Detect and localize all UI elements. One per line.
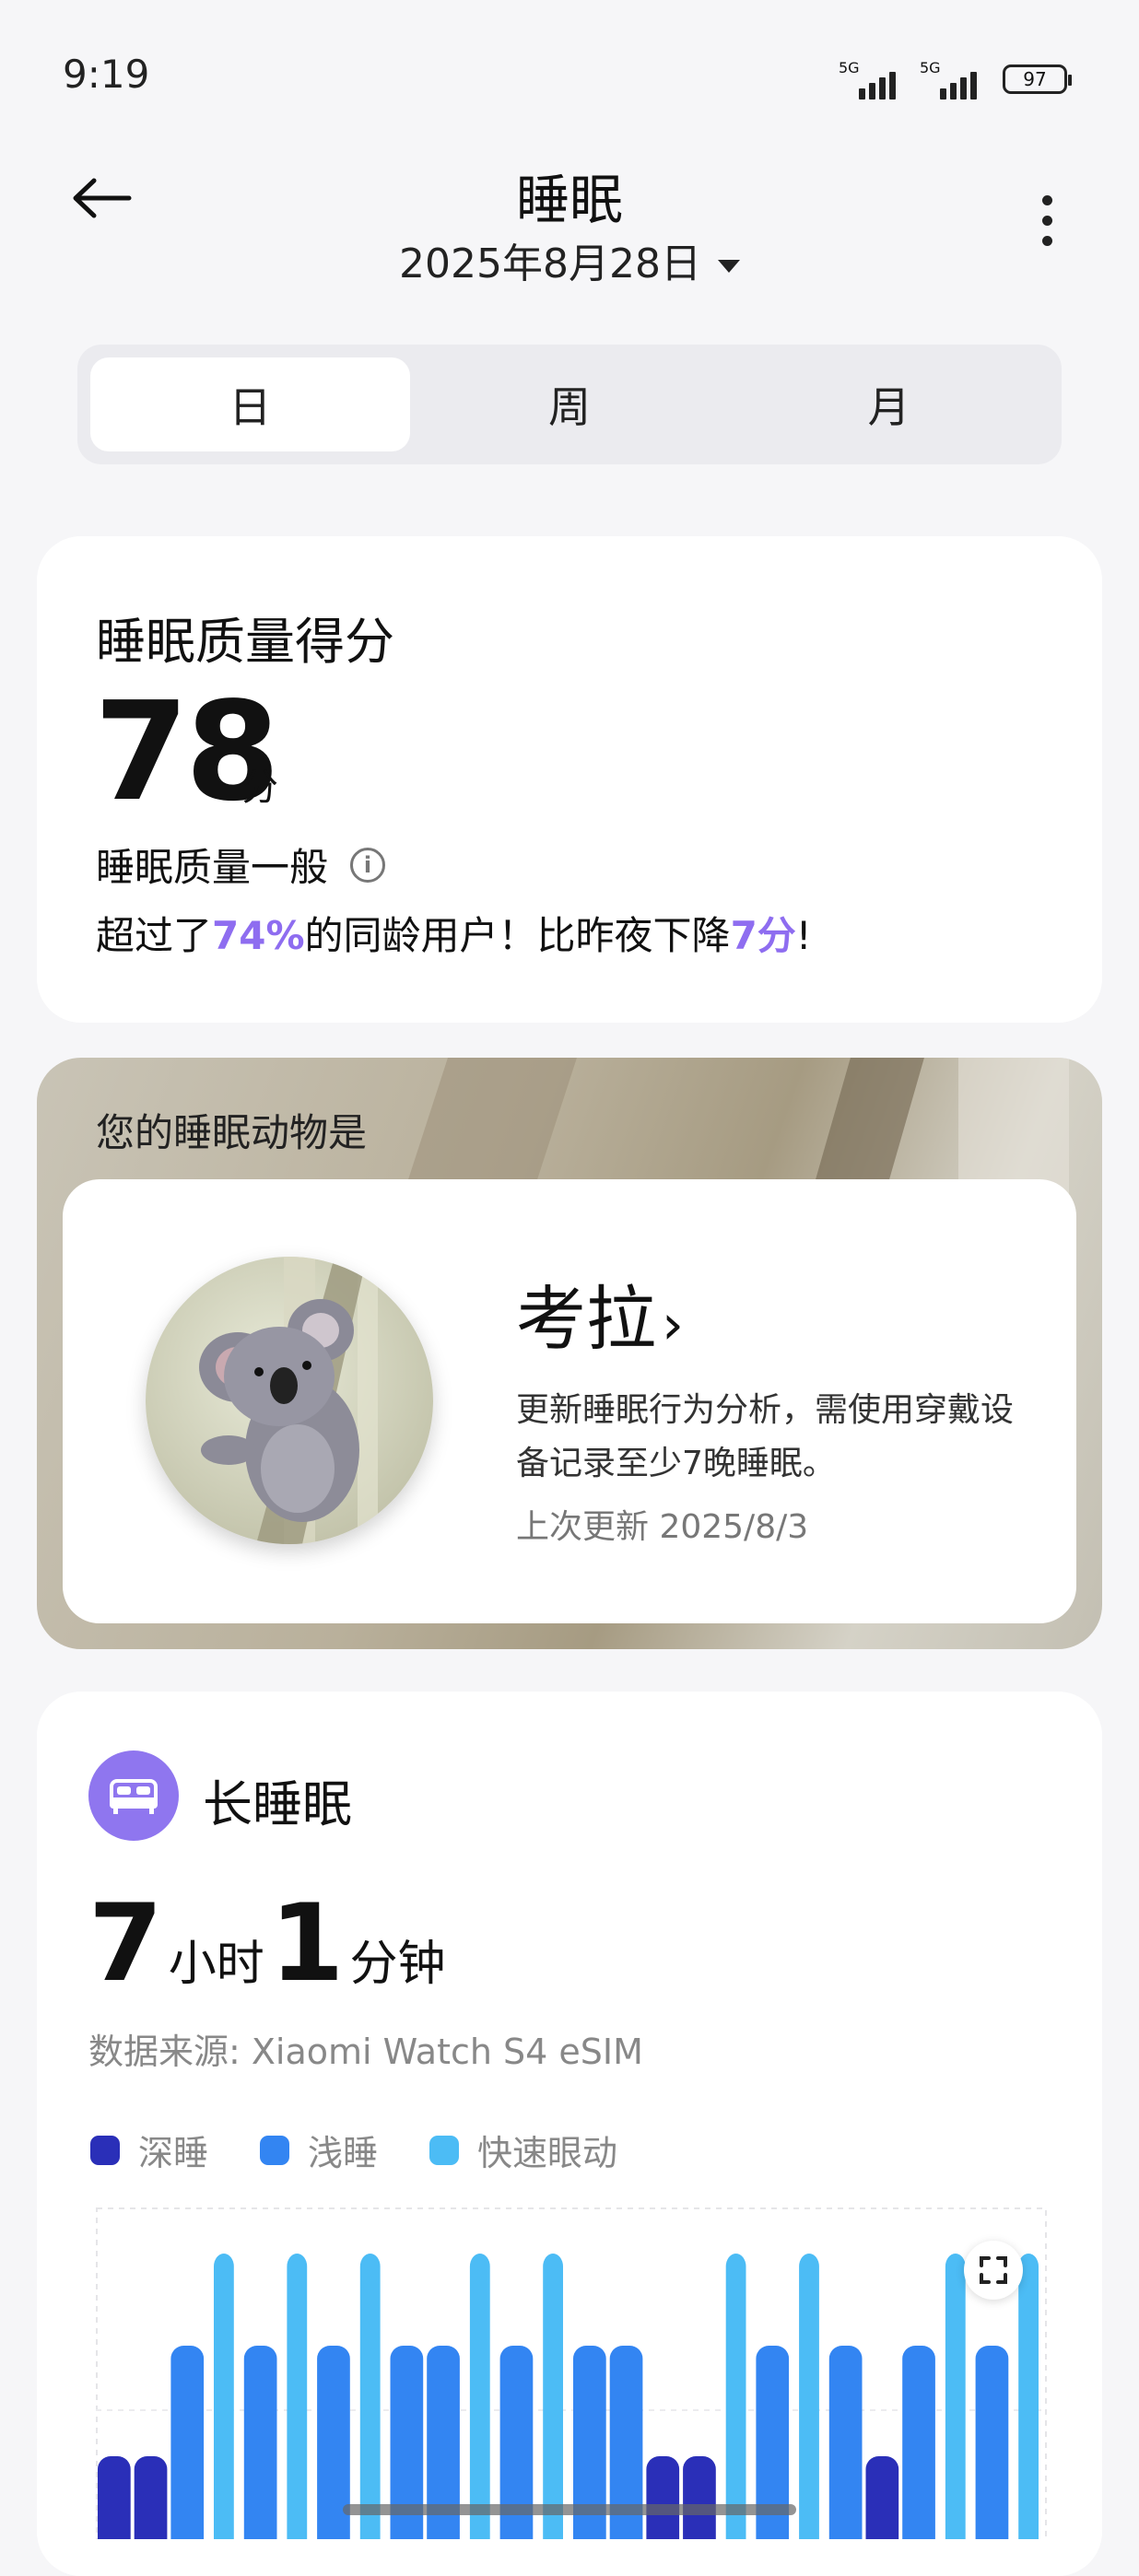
cmp-prefix: 超过了: [96, 913, 213, 958]
stage-bar-rem: [214, 2254, 234, 2539]
battery-icon: 97: [1003, 64, 1072, 94]
caret-down-icon: [717, 260, 740, 273]
stage-bar-rem: [799, 2254, 819, 2539]
stage-bar-deep: [646, 2456, 680, 2539]
date-picker[interactable]: 2025年8月28日: [0, 230, 1139, 289]
long-sleep-card[interactable]: 长睡眠 7 小时 1 分钟 数据来源: Xiaomi Watch S4 eSIM…: [37, 1692, 1102, 2576]
animal-name: 考拉: [516, 1278, 656, 1360]
stage-bar-deep: [683, 2456, 716, 2539]
stage-bar-rem: [725, 2254, 746, 2539]
legend-deep: 深睡: [90, 2125, 208, 2175]
tab-month[interactable]: 月: [729, 357, 1049, 451]
stage-bar-rem: [945, 2254, 966, 2539]
quality-row: 睡眠质量一般 i: [96, 837, 386, 893]
legend-light: 浅睡: [260, 2125, 378, 2175]
chart-legend: 深睡 浅睡 快速眼动: [90, 2125, 617, 2175]
legend-rem: 快速眼动: [429, 2125, 617, 2175]
tab-day[interactable]: 日: [90, 357, 410, 451]
legend-swatch: [90, 2135, 120, 2165]
status-time: 9:19: [63, 52, 150, 97]
duration-minutes: 1: [269, 1881, 345, 2006]
stage-bar-rem: [1018, 2254, 1039, 2539]
score-heading: 睡眠质量得分: [96, 613, 394, 671]
legend-label: 深睡: [138, 2133, 209, 2173]
page-title: 睡眠: [515, 169, 623, 231]
score-unit: 分: [241, 767, 278, 809]
legend-swatch: [429, 2135, 460, 2165]
stage-bar-deep: [865, 2456, 899, 2539]
data-source: 数据来源: Xiaomi Watch S4 eSIM: [88, 2032, 643, 2072]
sleep-title: 长睡眠: [203, 1775, 352, 1833]
quality-text: 睡眠质量一般: [96, 845, 329, 890]
stage-bar-rem: [359, 2254, 381, 2539]
sleep-score-card[interactable]: 睡眠质量得分 78 分 睡眠质量一般 i 超过了74%的同龄用户！比昨夜下降7分…: [37, 536, 1102, 1023]
battery-level: 97: [1023, 68, 1047, 90]
tab-week[interactable]: 周: [410, 357, 730, 451]
stage-bar-deep: [134, 2456, 168, 2539]
cmp-percent: 74%: [212, 913, 305, 958]
animal-inner-card[interactable]: 考拉 › 更新睡眠行为分析，需使用穿戴设备记录至少7晚睡眠。 上次更新 2025/…: [63, 1179, 1076, 1623]
date-label: 2025年8月28日: [399, 240, 701, 287]
expand-icon[interactable]: [964, 2241, 1023, 2300]
cmp-end: !: [795, 913, 812, 958]
legend-swatch: [260, 2135, 290, 2165]
stage-bar-deep: [98, 2456, 131, 2539]
legend-label: 浅睡: [308, 2133, 379, 2173]
koala-avatar: [146, 1257, 433, 1544]
animal-description: 更新睡眠行为分析，需使用穿戴设备记录至少7晚睡眠。: [516, 1391, 1015, 1482]
cmp-drop: 7分: [730, 913, 796, 958]
stage-bar-rem: [287, 2254, 308, 2539]
sleep-duration: 7 小时 1 分钟: [88, 1891, 451, 1997]
stage-bar-light: [902, 2346, 935, 2539]
stage-bar-light: [828, 2346, 863, 2539]
stage-bar-light: [243, 2346, 277, 2539]
cmp-middle: 的同龄用户！比昨夜下降: [304, 913, 731, 958]
duration-hours-unit: 小时: [168, 1937, 264, 1992]
duration-hours: 7: [88, 1881, 163, 2006]
stage-bar-light: [975, 2346, 1009, 2539]
signal-icon: 5G: [839, 59, 907, 100]
period-tabs: 日 周 月: [77, 345, 1062, 464]
stage-bar-light: [170, 2346, 205, 2539]
chevron-right-icon: ›: [662, 1293, 684, 1357]
stage-bar-rem: [469, 2254, 490, 2539]
legend-label: 快速眼动: [477, 2133, 618, 2173]
animal-name-link[interactable]: 考拉 ›: [516, 1262, 684, 1364]
signal-icon: 5G: [920, 59, 988, 100]
sleep-stage-chart[interactable]: [96, 2207, 1047, 2539]
sleep-animal-card[interactable]: 您的睡眠动物是 考拉 › 更新睡眠行为分析，需使用穿戴设备记录至少7晚睡眠。 上…: [37, 1058, 1102, 1649]
animal-updated: 上次更新 2025/8/3: [516, 1508, 809, 1546]
animal-label: 您的睡眠动物是: [96, 1110, 368, 1155]
stage-bar-rem: [543, 2254, 563, 2539]
home-indicator[interactable]: [343, 2504, 796, 2515]
comparison-text: 超过了74%的同龄用户！比昨夜下降7分!: [96, 905, 812, 961]
duration-minutes-unit: 分钟: [349, 1937, 446, 1992]
bed-icon: [88, 1751, 179, 1841]
info-icon[interactable]: i: [350, 847, 386, 883]
more-options-icon[interactable]: [1039, 195, 1054, 246]
